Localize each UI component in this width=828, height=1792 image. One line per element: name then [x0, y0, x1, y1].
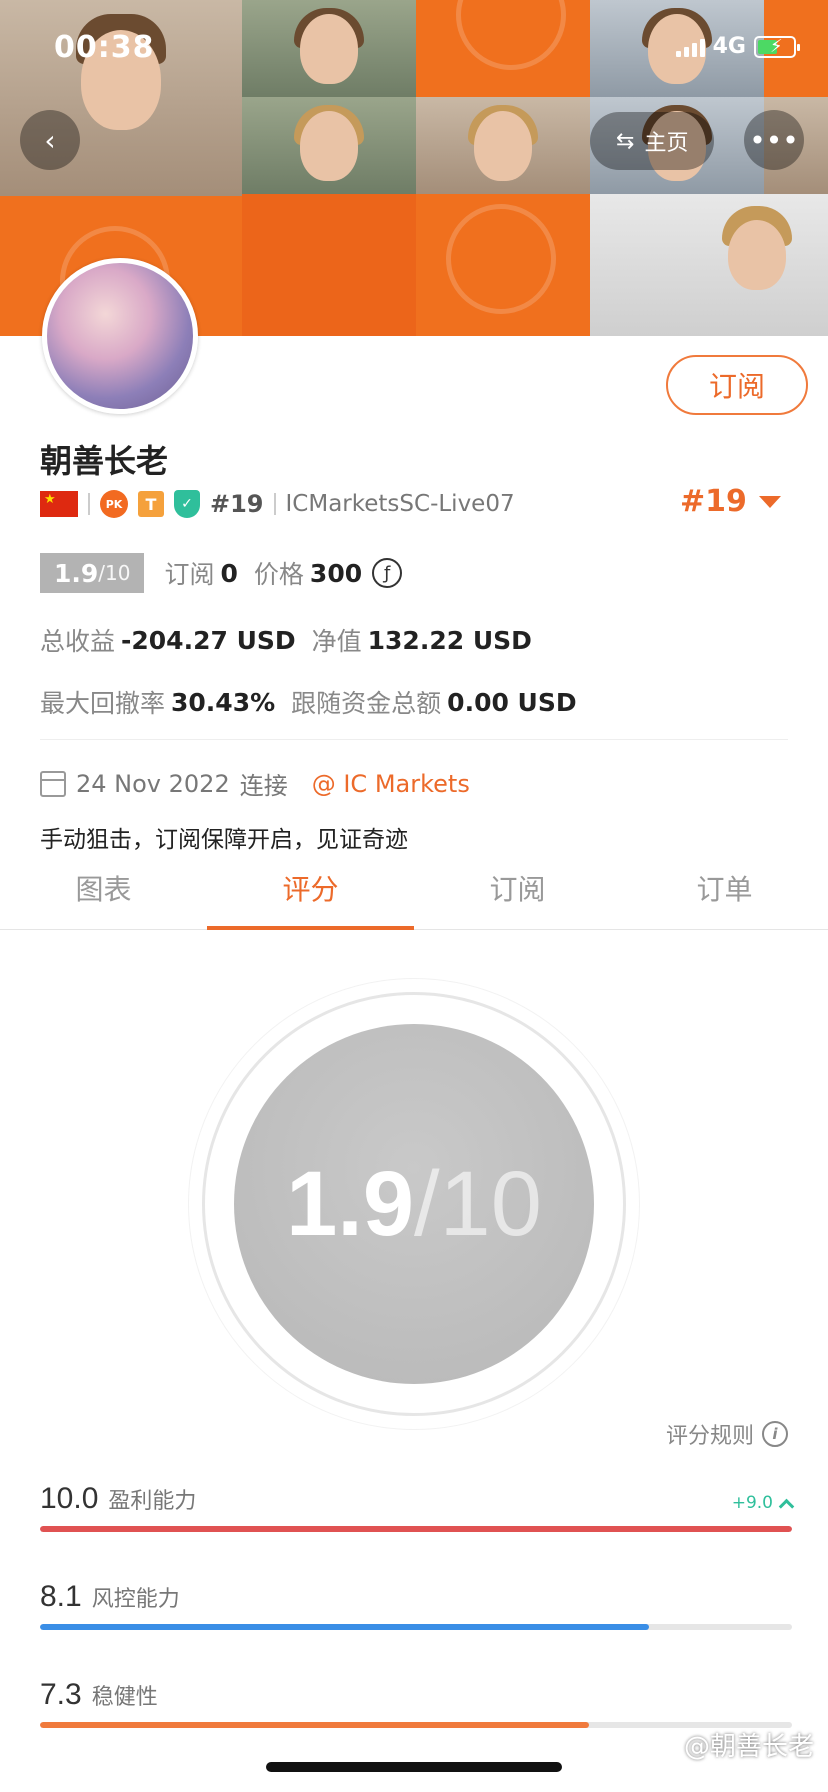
stats-row-3: 最大回撤率 30.43% 跟随资金总额 0.00 USD	[40, 684, 577, 720]
tab-subscription[interactable]: 订阅	[414, 860, 621, 929]
watermark: @朝善长老	[683, 1732, 814, 1762]
broker-link[interactable]: @ IC Markets	[312, 770, 470, 798]
stats-row-2: 总收益 -204.27 USD 净值 132.22 USD	[40, 622, 532, 658]
home-button-label: 主页	[644, 131, 689, 156]
metric-bar	[40, 1722, 589, 1728]
gauge-out-of: /10	[414, 1152, 542, 1255]
metric-name: 盈利能力	[108, 1489, 197, 1514]
profile-motto: 手动狙击，订阅保障开启，见证奇迹	[40, 827, 408, 853]
server-name: ICMarketsSC-Live07	[285, 491, 515, 517]
separator	[273, 493, 276, 515]
caret-down-icon	[758, 495, 781, 508]
more-icon: •••	[749, 123, 799, 157]
score-rules-link[interactable]: 评分规则 i	[666, 1418, 788, 1450]
follow-funds-value: 0.00 USD	[447, 687, 577, 717]
banner-photo	[242, 0, 416, 97]
banner-photo	[590, 194, 828, 336]
equity-value: 132.22 USD	[367, 625, 532, 655]
metric-name: 风控能力	[91, 1587, 180, 1612]
verified-shield-icon: ✓	[174, 490, 200, 518]
rank-value: #19	[680, 484, 747, 519]
signal-icon	[675, 37, 705, 57]
tab-orders[interactable]: 订单	[621, 860, 828, 929]
home-indicator[interactable]	[266, 1762, 562, 1772]
total-profit-label: 总收益	[40, 627, 116, 656]
score-rules-label: 评分规则	[665, 1424, 754, 1449]
tab-chart[interactable]: 图表	[0, 860, 207, 929]
metric-risk-control[interactable]: 8.1 风控能力	[40, 1580, 792, 1630]
metric-bar	[40, 1526, 792, 1532]
pk-badge: PK	[100, 490, 128, 518]
metric-bar	[40, 1624, 650, 1630]
status-indicators: 4G ⚡	[675, 34, 800, 59]
rank-label: #19	[210, 490, 264, 518]
score-value: 1.9	[54, 558, 99, 588]
metric-profitability[interactable]: 10.0 盈利能力 +9.0	[40, 1482, 795, 1532]
max-drawdown-value: 30.43%	[171, 687, 276, 717]
follow-funds-label: 跟随资金总额	[291, 689, 442, 718]
metric-track	[40, 1526, 792, 1532]
total-profit-value: -204.27 USD	[121, 625, 296, 655]
stats-row-1: 1.9/10 订阅 0 价格 300 ƒ	[40, 553, 403, 593]
badge-row: PK T ✓ #19 ICMarketsSC-Live07	[40, 488, 515, 520]
score-gauge: 1.9/10	[234, 1024, 594, 1384]
subs-value: 0	[220, 558, 238, 588]
gauge-score: 1.9	[286, 1152, 414, 1255]
battery-icon: ⚡	[754, 35, 800, 58]
score-out-of: /10	[98, 561, 131, 585]
tab-score[interactable]: 评分	[207, 860, 414, 930]
metric-value: 7.3	[40, 1678, 82, 1711]
score-badge: 1.9/10	[40, 553, 145, 593]
chevron-up-icon[interactable]	[778, 1498, 795, 1514]
rank-dropdown[interactable]: #19	[680, 484, 781, 519]
metric-track	[40, 1624, 792, 1630]
username: 朝善长老	[40, 442, 169, 480]
coin-icon: ƒ	[372, 558, 403, 588]
banner-pattern	[416, 194, 590, 336]
tab-bar: 图表 评分 订阅 订单	[0, 860, 828, 930]
price-label: 价格	[253, 560, 304, 589]
banner-photo	[242, 97, 416, 194]
t-badge: T	[138, 491, 164, 517]
info-icon: i	[762, 1421, 788, 1447]
network-type: 4G	[712, 34, 746, 59]
metric-value: 8.1	[40, 1580, 82, 1613]
home-button[interactable]: ⇆ 主页	[590, 112, 715, 170]
avatar[interactable]	[42, 258, 198, 414]
connect-label: 连接	[239, 772, 288, 800]
metric-delta-value: +9.0	[731, 1493, 773, 1513]
divider	[40, 739, 788, 740]
chevron-left-icon: ‹	[44, 123, 56, 157]
swap-icon: ⇆	[616, 128, 635, 154]
banner-pattern	[242, 194, 416, 336]
separator	[88, 493, 90, 515]
china-flag-icon	[40, 491, 78, 517]
metric-value: 10.0	[40, 1482, 99, 1515]
banner-pattern	[416, 0, 590, 97]
subscribe-button[interactable]: 订阅	[666, 355, 808, 415]
metric-track	[40, 1722, 792, 1728]
more-button[interactable]: •••	[744, 110, 804, 170]
metric-delta: +9.0	[731, 1493, 795, 1514]
gauge-score-text: 1.9/10	[286, 1152, 542, 1257]
back-button[interactable]: ‹	[20, 110, 80, 170]
connect-info: 24 Nov 2022 连接 @ IC Markets	[40, 766, 470, 801]
metric-stability[interactable]: 7.3 稳健性	[40, 1678, 792, 1728]
price-value: 300	[309, 558, 363, 588]
banner-photo	[416, 97, 590, 194]
subs-label: 订阅	[164, 560, 215, 589]
max-drawdown-label: 最大回撤率	[40, 689, 166, 718]
connect-date: 24 Nov 2022	[76, 769, 230, 798]
calendar-icon	[40, 770, 66, 797]
status-time: 00:38	[54, 30, 155, 65]
metric-name: 稳健性	[91, 1685, 158, 1710]
equity-label: 净值	[311, 627, 362, 656]
